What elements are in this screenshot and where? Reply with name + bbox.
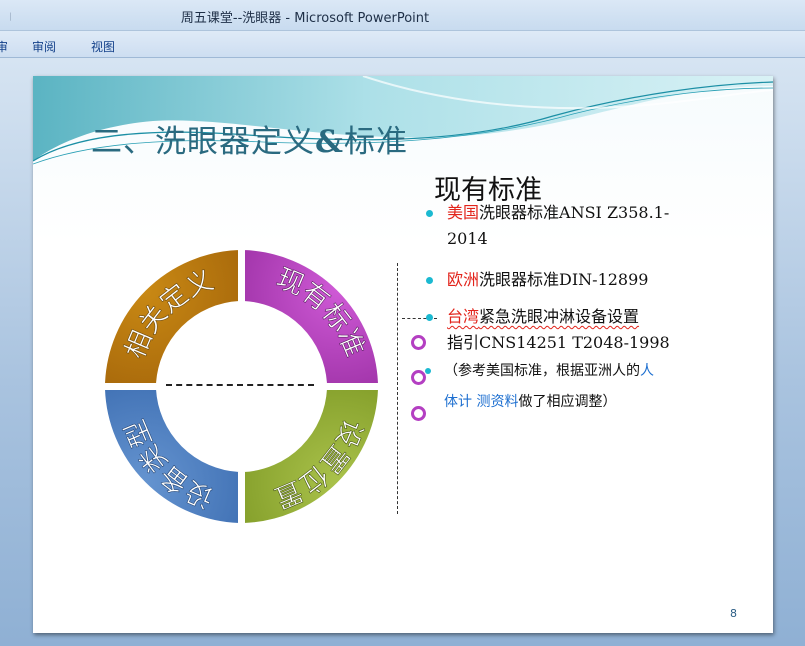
title-prefix: 二、洗眼器定义 (91, 124, 315, 160)
title-suffix: 标准 (344, 124, 408, 160)
animation-marker-icon[interactable] (411, 370, 426, 385)
note-text-d: 做了相应调整） (518, 394, 617, 410)
standard-item-europe[interactable]: 欧洲洗眼器标准DIN-12899 (426, 267, 737, 293)
note-text-c: 体计 测资料 (444, 394, 519, 410)
standard-item-usa[interactable]: 美国洗眼器标准ANSI Z358.1- 2014 (426, 200, 737, 252)
standard-text-usa-cont: 2014 (447, 229, 488, 248)
ring-diagram: 相关定义 现有标准 设置位置 设备类型 (102, 247, 381, 526)
tab-view[interactable]: 视图 (91, 38, 115, 55)
window-title: 周五课堂--洗眼器 - Microsoft PowerPoint (180, 11, 430, 26)
bullet-dot-icon (426, 277, 433, 284)
note-line-2[interactable]: 体计 测资料做了相应调整） (444, 391, 616, 411)
region-europe: 欧洲 (447, 270, 480, 289)
bullet-dot-icon (426, 314, 433, 321)
dashed-divider-vertical (397, 263, 398, 514)
tab-partial-left[interactable]: 审 (0, 38, 8, 55)
note-line-1[interactable]: （参考美国标准，根据亚洲人的人 (444, 360, 654, 380)
standard-text-taiwan: 紧急洗眼冲淋设备设置 (479, 307, 640, 326)
animation-marker-icon[interactable] (411, 406, 426, 421)
bullet-dot-icon (426, 210, 433, 217)
bullet-dot-icon (425, 368, 431, 374)
slide-title[interactable]: 二、洗眼器定义&标准 (91, 116, 408, 161)
title-ampersand: & (315, 124, 344, 160)
note-text-a: （参考美国标准，根据亚洲人的 (444, 363, 640, 379)
tab-review[interactable]: 审阅 (32, 38, 56, 55)
standard-text-europe: 洗眼器标准DIN-12899 (479, 270, 649, 289)
slide-canvas[interactable]: 二、洗眼器定义&标准 相关定义 现有标准 设置位置 设备类型 现有标准 美国洗眼… (33, 76, 773, 633)
note-text-b: 人 (640, 363, 654, 379)
region-usa: 美国 (447, 203, 480, 222)
ring-segment-standards (243, 247, 381, 385)
animation-marker-icon[interactable] (411, 335, 426, 350)
window-titlebar: 丨 周五课堂--洗眼器 - Microsoft PowerPoint (0, 0, 805, 31)
region-taiwan: 台湾 (447, 307, 480, 326)
slide-page-number: 8 (730, 607, 737, 620)
standard-item-taiwan[interactable]: 台湾紧急洗眼冲淋设备设置 指引CNS14251 T2048-1998 (426, 304, 747, 356)
standard-text-taiwan-cont: 指引CNS14251 T2048-1998 (447, 333, 670, 352)
standard-text-usa: 洗眼器标准ANSI Z358.1- (479, 203, 670, 222)
dashed-divider-center (166, 384, 314, 386)
ring-segment-location (243, 388, 381, 526)
ribbon-tab-bar: 审 审阅 视图 (0, 31, 805, 58)
